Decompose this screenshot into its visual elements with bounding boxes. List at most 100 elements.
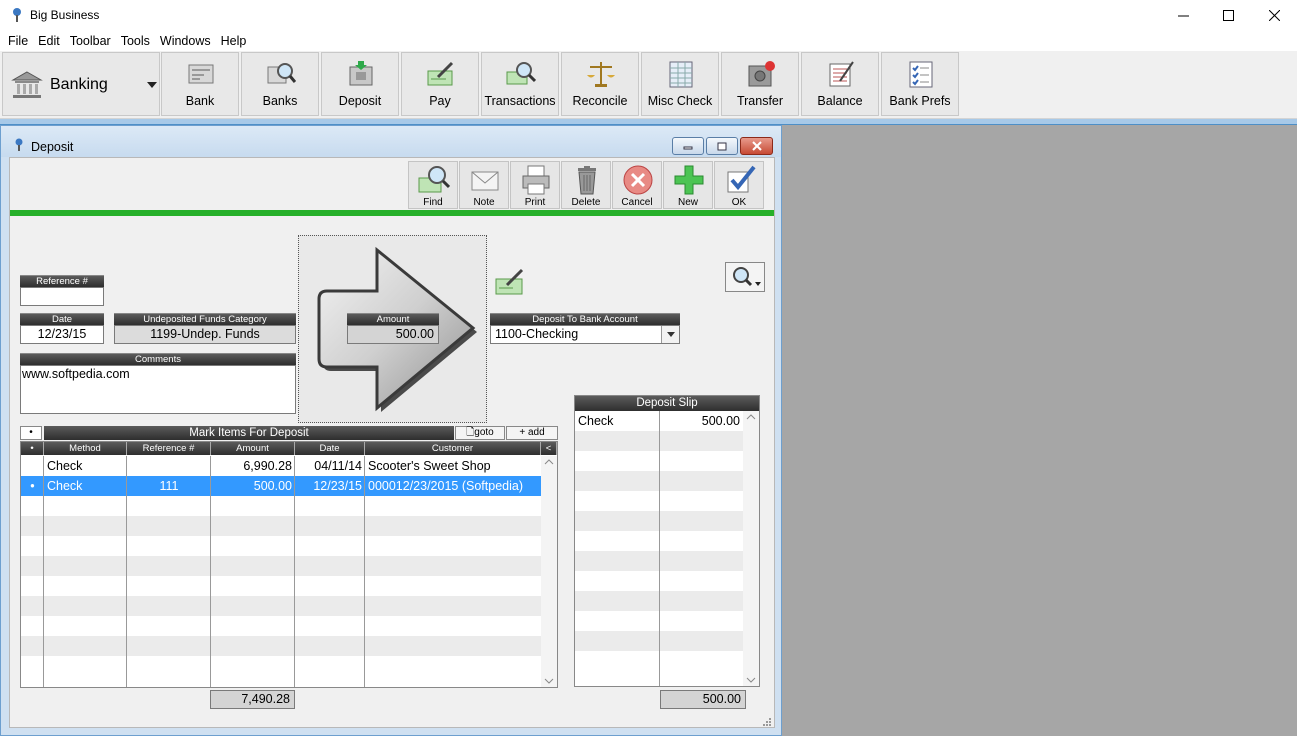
goto-label: goto	[474, 427, 494, 438]
menu-bar: File Edit Toolbar Tools Windows Help	[0, 31, 1297, 51]
deposit-title: Deposit	[31, 140, 74, 154]
toolbar-bank-prefs-button[interactable]: Bank Prefs	[881, 52, 959, 116]
find-button[interactable]: Find	[408, 161, 458, 209]
mark-all-toggle[interactable]: •	[20, 426, 42, 440]
toolbar-bank-label: Bank	[185, 94, 215, 108]
new-button[interactable]: New	[663, 161, 713, 209]
table-row-selected[interactable]: • Check 111 500.00 12/23/15 000012/23/20…	[21, 476, 541, 496]
toolbar-bank-button[interactable]: Bank	[161, 52, 239, 116]
row-mark[interactable]	[21, 456, 44, 476]
delete-label: Delete	[571, 197, 601, 208]
menu-tools[interactable]: Tools	[116, 34, 155, 48]
add-button[interactable]: + add	[506, 426, 558, 440]
mark-items-scrollbar[interactable]	[541, 456, 557, 687]
toolbar-pay-button[interactable]: Pay	[401, 52, 479, 116]
comments-input[interactable]: www.softpedia.com	[20, 365, 296, 414]
menu-toolbar[interactable]: Toolbar	[65, 34, 116, 48]
empty-row	[21, 616, 541, 636]
empty-row	[21, 516, 541, 536]
col-method[interactable]: Method	[44, 442, 127, 455]
mark-items-table: • Method Reference # Amount Date Custome…	[20, 441, 558, 688]
magnifier-icon	[733, 267, 761, 287]
row-date: 04/11/14	[314, 459, 362, 473]
deposit-titlebar[interactable]: Deposit	[1, 126, 781, 157]
search-options-button[interactable]	[725, 262, 765, 292]
amount-field[interactable]: 500.00	[347, 325, 439, 344]
col-customer[interactable]: Customer	[365, 442, 541, 455]
bank-account-label: Deposit To Bank Account	[490, 313, 680, 325]
amount-arrow-panel: Amount 500.00	[298, 235, 487, 423]
maximize-button[interactable]	[1205, 0, 1251, 31]
bank-account-dropdown-button[interactable]	[661, 326, 679, 343]
ok-label: OK	[731, 197, 747, 208]
menu-edit[interactable]: Edit	[33, 34, 65, 48]
note-button[interactable]: Note	[459, 161, 509, 209]
col-reference[interactable]: Reference #	[127, 442, 211, 455]
ok-button[interactable]: OK	[714, 161, 764, 209]
deposit-slip-title: Deposit Slip	[575, 396, 759, 411]
toolbar-balance-button[interactable]: Balance	[801, 52, 879, 116]
toolbar-transfer-label: Transfer	[736, 94, 784, 108]
toolbar-misc-check-button[interactable]: Misc Check	[641, 52, 719, 116]
deposit-body: Find Note Print Delete Cancel New OK Ref…	[9, 157, 775, 728]
cancel-button[interactable]: Cancel	[612, 161, 662, 209]
row-customer: 000012/23/2015 (Softpedia)	[368, 479, 523, 493]
col-divider	[659, 411, 660, 686]
row-mark[interactable]: •	[21, 476, 44, 496]
menu-file[interactable]: File	[3, 34, 33, 48]
toolbar-reconcile-button[interactable]: Reconcile	[561, 52, 639, 116]
plus-icon	[674, 165, 704, 195]
delete-button[interactable]: Delete	[561, 161, 611, 209]
date-input[interactable]: 12/23/15	[20, 325, 104, 344]
col-amount[interactable]: Amount	[211, 442, 295, 455]
chevron-down-icon[interactable]	[147, 82, 157, 88]
menu-windows[interactable]: Windows	[155, 34, 216, 48]
app-title: Big Business	[30, 8, 100, 22]
bank-building-icon	[11, 71, 43, 98]
collapse-columns-button[interactable]: <	[541, 442, 557, 455]
bank-account-value: 1100-Checking	[495, 327, 579, 341]
goto-button[interactable]: 🗋goto	[455, 426, 505, 440]
print-button[interactable]: Print	[510, 161, 560, 209]
col-mark[interactable]: •	[21, 442, 44, 455]
empty-row	[21, 656, 541, 676]
module-selector[interactable]: Banking	[2, 52, 160, 116]
toolbar-deposit-button[interactable]: Deposit	[321, 52, 399, 116]
bank-icon	[188, 64, 214, 84]
toolbar-pay-label: Pay	[429, 94, 451, 108]
module-label: Banking	[50, 76, 108, 93]
toolbar-transactions-label: Transactions	[484, 94, 556, 108]
col-date[interactable]: Date	[295, 442, 365, 455]
edit-check-icon[interactable]	[495, 267, 525, 297]
status-green-bar	[10, 210, 774, 216]
deposit-minimize-button[interactable]	[672, 137, 704, 155]
app-pin-icon	[15, 138, 23, 151]
close-button[interactable]	[1251, 0, 1297, 31]
empty-row	[21, 556, 541, 576]
minimize-button[interactable]	[1160, 0, 1206, 31]
toolbar-banks-button[interactable]: Banks	[241, 52, 319, 116]
col-divider	[364, 456, 365, 687]
bank-account-select[interactable]: 1100-Checking	[490, 325, 680, 344]
toolbar-transfer-button[interactable]: Transfer	[721, 52, 799, 116]
minimize-icon	[1177, 15, 1189, 17]
deposit-restore-button[interactable]	[706, 137, 738, 155]
maximize-icon	[1222, 10, 1234, 21]
deposit-slip-scrollbar[interactable]	[743, 411, 759, 686]
toolbar-deposit-label: Deposit	[338, 94, 382, 108]
row-reference	[127, 456, 211, 476]
close-icon	[1268, 10, 1280, 21]
menu-help[interactable]: Help	[216, 34, 252, 48]
deposit-slip-table: Deposit Slip Check 500.00	[574, 395, 760, 687]
toolbar-misc-check-label: Misc Check	[647, 94, 713, 108]
table-row[interactable]: Check 6,990.28 04/11/14 Scooter's Sweet …	[21, 456, 541, 476]
transfer-icon	[748, 61, 775, 87]
pay-icon	[427, 61, 454, 86]
undeposited-funds-label: Undeposited Funds Category	[114, 313, 296, 325]
deposit-close-button[interactable]	[740, 137, 773, 155]
toolbar-transactions-button[interactable]: Transactions	[481, 52, 559, 116]
resize-grip-icon[interactable]	[762, 717, 772, 727]
row-method: Check	[47, 459, 83, 473]
reference-input[interactable]	[20, 287, 104, 306]
ok-icon	[727, 165, 756, 193]
